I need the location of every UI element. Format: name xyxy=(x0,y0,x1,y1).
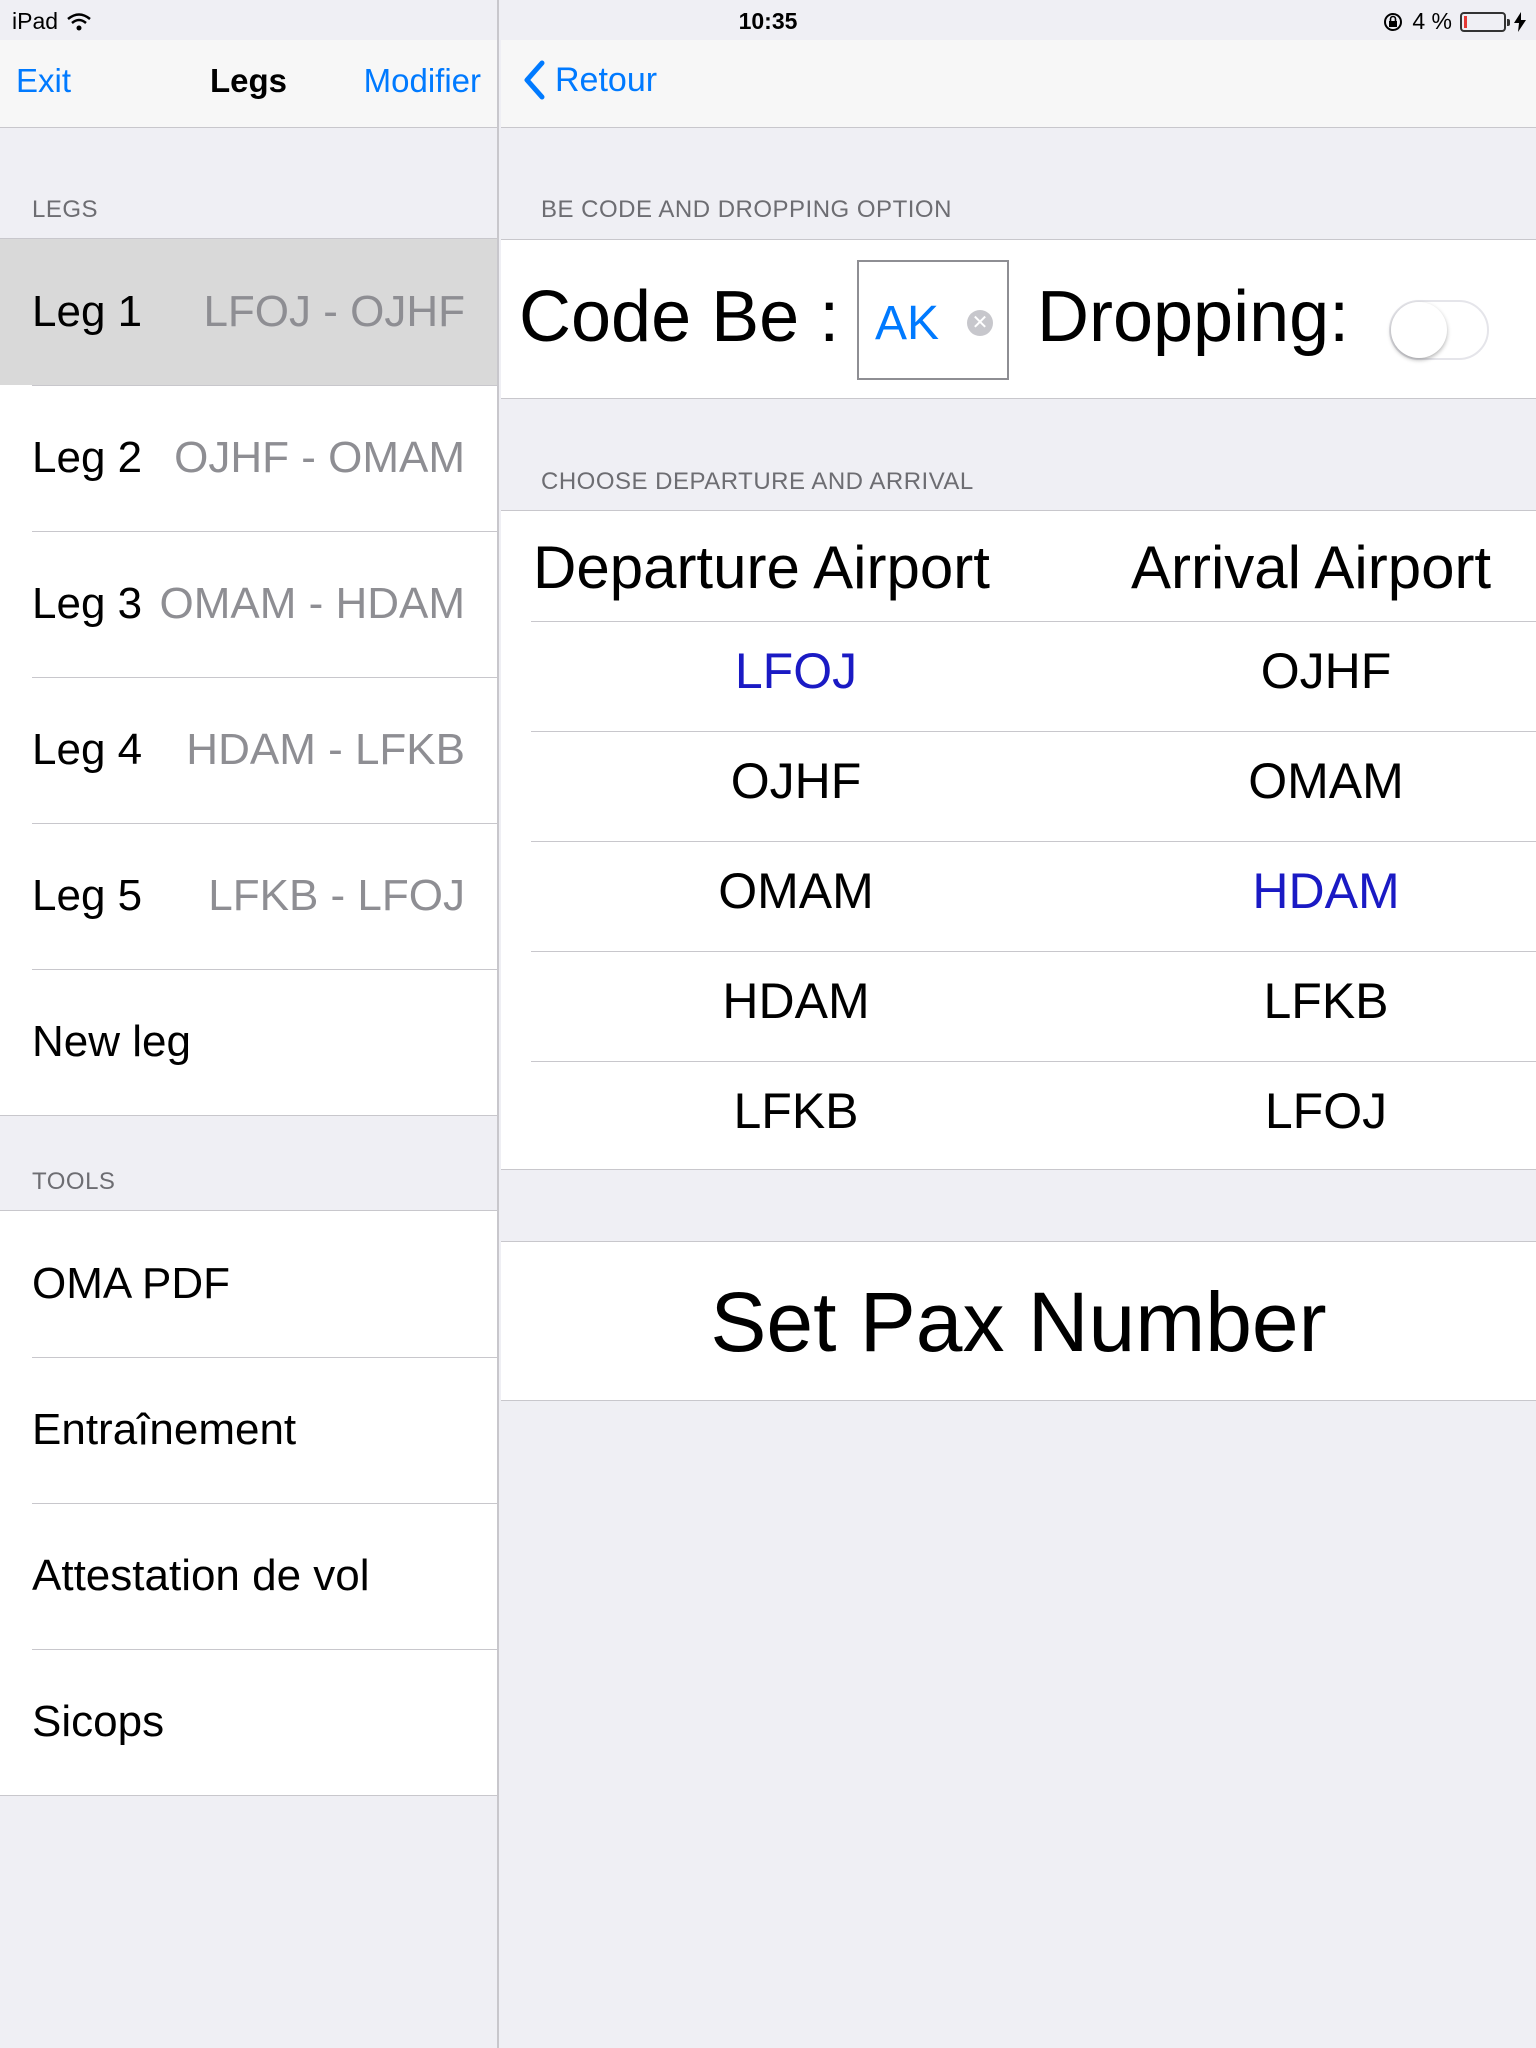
airports-section-header: CHOOSE DEPARTURE AND ARRIVAL xyxy=(541,468,974,495)
tool-row-entrainement[interactable]: Entraînement xyxy=(0,1357,497,1503)
departure-option[interactable]: OMAM xyxy=(531,862,1061,920)
leg-row-4[interactable]: Leg 4 HDAM - LFKB xyxy=(0,677,497,823)
arrival-option[interactable]: HDAM xyxy=(1061,862,1536,920)
tool-label: Sicops xyxy=(32,1697,165,1746)
arrival-option[interactable]: OMAM xyxy=(1061,752,1536,810)
dropping-label: Dropping: xyxy=(1037,277,1350,357)
set-pax-number-button[interactable]: Set Pax Number xyxy=(501,1241,1536,1401)
leg-row-3[interactable]: Leg 3 OMAM - HDAM xyxy=(0,531,497,677)
airport-row: LFOJ OJHF xyxy=(531,621,1536,731)
leg-name: Leg 4 xyxy=(32,725,143,774)
departure-header: Departure Airport xyxy=(533,534,990,601)
leg-name: Leg 5 xyxy=(32,871,143,920)
arrival-header: Arrival Airport xyxy=(1131,534,1492,601)
departure-option[interactable]: LFKB xyxy=(531,1082,1061,1140)
airport-row: OJHF OMAM xyxy=(531,731,1536,841)
leg-route: OMAM - HDAM xyxy=(159,579,465,628)
modifier-button[interactable]: Modifier xyxy=(364,62,481,100)
clear-icon[interactable]: ✕ xyxy=(967,310,993,336)
leg-row-1[interactable]: Leg 1 LFOJ - OJHF xyxy=(0,239,497,385)
dropping-toggle[interactable] xyxy=(1389,300,1489,360)
leg-route: HDAM - LFKB xyxy=(186,725,465,774)
new-leg-label: New leg xyxy=(32,1017,191,1066)
tools-section-header: TOOLS xyxy=(32,1168,116,1195)
leg-route: LFKB - LFOJ xyxy=(208,871,465,920)
rotation-lock-icon xyxy=(1384,12,1403,31)
airport-row: HDAM LFKB xyxy=(531,951,1536,1061)
tool-label: Entraînement xyxy=(32,1405,297,1454)
toggle-knob xyxy=(1391,302,1447,358)
arrival-option[interactable]: LFKB xyxy=(1061,972,1536,1030)
master-pane: Exit Legs Modifier LEGS Leg 1 LFOJ - OJH… xyxy=(0,0,499,2048)
legs-section-header: LEGS xyxy=(32,196,99,223)
back-label: Retour xyxy=(555,60,658,99)
legs-list: Leg 1 LFOJ - OJHF Leg 2 OJHF - OMAM Leg … xyxy=(0,238,497,1116)
status-right: 4 % xyxy=(1382,8,1526,35)
arrival-option[interactable]: LFOJ xyxy=(1061,1082,1536,1140)
departure-option[interactable]: LFOJ xyxy=(531,642,1061,700)
code-be-value: AK xyxy=(875,297,940,350)
tool-row-oma-pdf[interactable]: OMA PDF xyxy=(0,1211,497,1357)
airport-picker: Departure Airport Arrival Airport LFOJ O… xyxy=(501,510,1536,1170)
tool-label: Attestation de vol xyxy=(32,1551,370,1600)
leg-route: OJHF - OMAM xyxy=(174,433,465,482)
tool-row-sicops[interactable]: Sicops xyxy=(0,1649,497,1795)
battery-percent: 4 % xyxy=(1412,8,1452,34)
detail-pane: Retour BE CODE AND DROPPING OPTION Code … xyxy=(501,0,1536,2048)
status-bar: iPad 10:35 4 % xyxy=(0,0,1536,40)
airport-row: OMAM HDAM xyxy=(531,841,1536,951)
arrival-option[interactable]: OJHF xyxy=(1061,642,1536,700)
new-leg-row[interactable]: New leg xyxy=(0,969,497,1115)
back-button[interactable]: Retour xyxy=(523,60,657,100)
be-section-header: BE CODE AND DROPPING OPTION xyxy=(541,196,952,223)
leg-route: LFOJ - OJHF xyxy=(203,287,465,336)
leg-name: Leg 1 xyxy=(32,287,143,336)
leg-name: Leg 2 xyxy=(32,433,143,482)
status-time: 10:35 xyxy=(738,8,798,34)
departure-option[interactable]: HDAM xyxy=(531,972,1061,1030)
leg-row-5[interactable]: Leg 5 LFKB - LFOJ xyxy=(0,823,497,969)
charging-bolt-icon xyxy=(1514,11,1526,32)
battery-icon xyxy=(1460,11,1510,32)
be-code-row: Code Be : AK ✕ Dropping: xyxy=(501,239,1536,399)
tool-row-attestation[interactable]: Attestation de vol xyxy=(0,1503,497,1649)
code-be-label: Code Be : xyxy=(519,277,840,357)
departure-option[interactable]: OJHF xyxy=(531,752,1061,810)
master-navbar: Exit Legs Modifier xyxy=(0,40,497,128)
leg-row-2[interactable]: Leg 2 OJHF - OMAM xyxy=(0,385,497,531)
leg-name: Leg 3 xyxy=(32,579,143,628)
airport-row: LFKB LFOJ xyxy=(531,1061,1536,1171)
chevron-left-icon xyxy=(524,60,545,100)
tool-label: OMA PDF xyxy=(32,1259,231,1308)
code-be-input[interactable]: AK ✕ xyxy=(857,260,1009,380)
detail-navbar: Retour xyxy=(501,40,1536,128)
tools-list: OMA PDF Entraînement Attestation de vol … xyxy=(0,1210,497,1796)
